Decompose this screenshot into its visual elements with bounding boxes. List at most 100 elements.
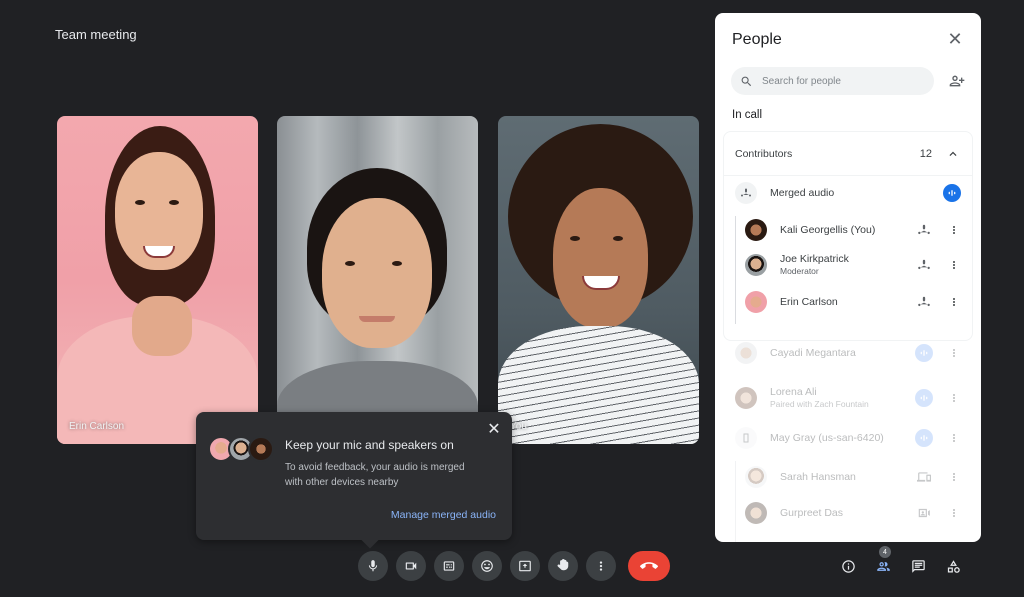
participant-row[interactable]: Kali Georgellis (You) xyxy=(715,219,981,241)
participant-name: You xyxy=(510,421,527,432)
merged-audio-label: Merged audio xyxy=(770,187,835,199)
chevron-up-icon[interactable] xyxy=(946,147,960,161)
end-call-button[interactable] xyxy=(628,551,670,581)
panel-title: People xyxy=(732,31,782,48)
merged-audio-notification: Keep your mic and speakers on To avoid f… xyxy=(196,412,512,549)
video-frame-icon xyxy=(915,504,933,522)
participant-row[interactable]: Sarah Hansman xyxy=(715,466,981,488)
more-options-icon[interactable] xyxy=(947,344,961,362)
more-options-icon[interactable] xyxy=(947,256,961,274)
call-controls xyxy=(358,551,670,581)
merged-audio-icon xyxy=(915,221,933,239)
participant-row[interactable]: Joe Kirkpatrick Moderator xyxy=(715,253,981,276)
participant-name: Joe Kirkpatrick xyxy=(780,253,849,265)
participant-name: Sarah Hansman xyxy=(780,471,856,483)
merged-avatars xyxy=(208,436,274,462)
participant-role: Moderator xyxy=(780,266,819,276)
contributors-header[interactable]: Contributors 12 xyxy=(724,132,972,176)
audio-active-indicator xyxy=(915,388,933,407)
video-tile-kali-georgellis[interactable]: You xyxy=(498,116,699,444)
more-options-icon[interactable] xyxy=(947,389,961,407)
participant-name: Kali Georgellis (You) xyxy=(780,224,876,236)
video-tile-joe-kirkpatrick[interactable] xyxy=(277,116,478,444)
room-name: May Gray (us-san-6420) xyxy=(770,432,884,444)
people-icon xyxy=(876,561,890,571)
manage-merged-audio-link[interactable]: Manage merged audio xyxy=(391,509,496,521)
avatar xyxy=(745,253,767,276)
room-row[interactable]: May Gray (us-san-6420) xyxy=(715,427,981,449)
hand-icon xyxy=(557,559,569,571)
participant-row[interactable]: Cayadi Megantara xyxy=(715,342,981,364)
avatar xyxy=(745,219,767,241)
participant-name: Erin Carlson xyxy=(780,296,838,308)
raise-hand-button[interactable] xyxy=(548,551,578,581)
reactions-button[interactable] xyxy=(472,551,502,581)
activities-icon xyxy=(947,559,960,573)
microphone-button[interactable] xyxy=(358,551,388,581)
videocam-icon xyxy=(405,562,417,570)
companion-mode-icon xyxy=(915,468,933,486)
notification-body: To avoid feedback, your audio is merged … xyxy=(285,462,465,488)
more-options-icon[interactable] xyxy=(947,504,961,522)
participant-row[interactable]: Erin Carlson xyxy=(715,291,981,313)
more-vert-icon xyxy=(599,561,603,571)
person-add-icon xyxy=(949,75,965,87)
present-screen-icon xyxy=(519,560,531,572)
captions-button[interactable] xyxy=(434,551,464,581)
participant-paired-status: Paired with Zach Fountain xyxy=(770,399,869,409)
avatar xyxy=(735,386,757,409)
more-options-icon[interactable] xyxy=(947,221,961,239)
participant-name: Lorena Ali xyxy=(770,386,817,398)
participant-row[interactable]: Lorena Ali Paired with Zach Fountain xyxy=(715,386,981,409)
people-count-badge: 4 xyxy=(879,546,891,558)
closed-captions-icon xyxy=(443,561,455,571)
participant-name: Erin Carlson xyxy=(69,421,125,432)
meeting-title: Team meeting xyxy=(55,27,137,42)
camera-button[interactable] xyxy=(396,551,426,581)
contributors-label: Contributors xyxy=(735,147,793,160)
audio-active-indicator xyxy=(915,344,933,362)
more-options-icon[interactable] xyxy=(947,293,961,311)
video-tile-erin-carlson[interactable]: Erin Carlson xyxy=(57,116,258,444)
more-options-button[interactable] xyxy=(586,551,616,581)
close-icon[interactable]: ✕ xyxy=(486,422,502,438)
merged-audio-icon xyxy=(915,256,933,274)
search-people-field[interactable] xyxy=(731,67,934,95)
in-call-label: In call xyxy=(732,109,763,121)
search-icon xyxy=(741,76,752,86)
meeting-room-icon xyxy=(735,427,757,449)
close-icon: ✕ xyxy=(947,29,963,49)
close-panel-button[interactable]: ✕ xyxy=(947,29,963,49)
participant-row[interactable]: Gurpreet Das xyxy=(715,502,981,524)
info-icon xyxy=(841,559,855,573)
present-button[interactable] xyxy=(510,551,540,581)
search-people-input[interactable] xyxy=(762,75,922,87)
avatar xyxy=(745,466,767,488)
audio-active-indicator xyxy=(943,184,961,202)
people-button[interactable]: 4 xyxy=(873,546,893,576)
notification-pointer xyxy=(361,531,379,549)
contributors-count: 12 xyxy=(919,147,932,160)
participant-name: Cayadi Megantara xyxy=(770,347,856,359)
mic-icon xyxy=(368,560,378,572)
chat-icon xyxy=(911,559,925,573)
side-controls: 4 xyxy=(838,546,963,576)
add-people-button[interactable] xyxy=(949,73,965,89)
merged-audio-row[interactable]: Merged audio xyxy=(715,182,981,204)
avatar xyxy=(745,502,767,524)
people-panel: People ✕ In call Contributors 12 Merged … xyxy=(715,13,981,542)
avatar xyxy=(735,342,757,364)
more-options-icon[interactable] xyxy=(947,468,961,486)
merged-audio-icon xyxy=(915,293,933,311)
notification-title: Keep your mic and speakers on xyxy=(285,438,454,452)
audio-active-indicator xyxy=(915,429,933,447)
more-options-icon[interactable] xyxy=(947,429,961,447)
call-end-icon xyxy=(640,562,658,569)
merged-audio-icon xyxy=(735,182,757,204)
meeting-details-button[interactable] xyxy=(838,556,858,576)
participant-name: Gurpreet Das xyxy=(780,507,844,519)
chat-button[interactable] xyxy=(908,556,928,576)
activities-button[interactable] xyxy=(943,556,963,576)
audio-level-icon xyxy=(948,190,956,196)
avatar xyxy=(248,436,274,462)
